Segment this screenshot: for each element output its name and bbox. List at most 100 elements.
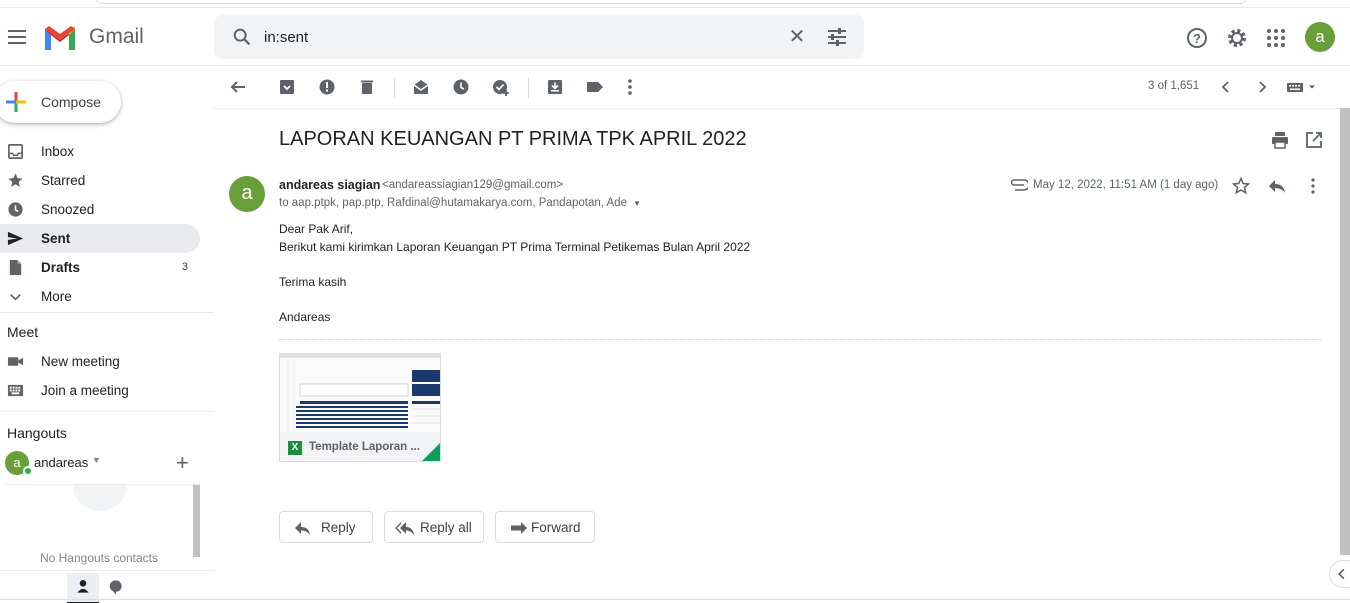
archive-icon[interactable] bbox=[277, 77, 297, 97]
search-bar: ✕ bbox=[214, 15, 864, 59]
sidebar-item-more[interactable]: More bbox=[0, 282, 200, 311]
clock-icon bbox=[8, 202, 23, 217]
excel-icon: X bbox=[288, 441, 302, 455]
sidebar-item-inbox[interactable]: Inbox bbox=[0, 137, 200, 166]
close-icon[interactable]: ✕ bbox=[785, 25, 809, 49]
recipients-text: to aap.ptpk, pap.ptp, Rafdinal@hutamakar… bbox=[279, 197, 627, 209]
caret-down-icon[interactable]: ▼ bbox=[633, 199, 641, 208]
sidebar-item-label: Starred bbox=[41, 173, 86, 188]
hangouts-contacts: No Hangouts contacts bbox=[5, 484, 200, 572]
bottom-border bbox=[0, 599, 1350, 600]
account-avatar[interactable]: a bbox=[1305, 22, 1335, 52]
reply-all-button[interactable]: Reply all bbox=[384, 511, 484, 543]
meet-list: New meeting Join a meeting bbox=[0, 347, 214, 405]
snooze-icon[interactable] bbox=[451, 77, 471, 97]
email-subject: LAPORAN KEUANGAN PT PRIMA TPK APRIL 2022 bbox=[279, 128, 747, 150]
side-panel-toggle[interactable] bbox=[1329, 560, 1350, 588]
message-toolbar: 3 of 1,651 bbox=[214, 66, 1350, 109]
toolbar-divider bbox=[528, 78, 529, 98]
browser-bar bbox=[96, 0, 1246, 4]
help-icon[interactable]: ? bbox=[1185, 26, 1209, 50]
toolbar-divider bbox=[394, 78, 395, 98]
settings-icon[interactable] bbox=[1225, 26, 1249, 50]
add-contact-icon[interactable]: + bbox=[176, 452, 189, 474]
sidebar-item-label: Sent bbox=[41, 231, 71, 246]
sidebar-divider bbox=[0, 312, 214, 313]
hangouts-user-name: andareas bbox=[34, 455, 89, 470]
attachment-card[interactable]: X Template Laporan ... bbox=[279, 353, 441, 462]
hangouts-user[interactable]: a andareas ▼ bbox=[5, 451, 205, 477]
hangouts-empty-text: No Hangouts contacts bbox=[39, 551, 159, 565]
recipients-line[interactable]: to aap.ptpk, pap.ptp, Rafdinal@hutamakar… bbox=[279, 197, 641, 209]
sidebar-item-label: More bbox=[41, 289, 72, 304]
forward-label: Forward bbox=[531, 520, 581, 535]
sidebar-item-snoozed[interactable]: Snoozed bbox=[0, 195, 200, 224]
hangouts-scrollbar[interactable] bbox=[193, 485, 200, 557]
hangouts-quote-icon bbox=[73, 485, 127, 511]
meet-title: Meet bbox=[7, 324, 39, 340]
search-icon[interactable] bbox=[231, 26, 253, 48]
apps-icon[interactable] bbox=[1264, 26, 1288, 50]
sidebar-item-drafts[interactable]: Drafts 3 bbox=[0, 253, 200, 282]
sidebar-item-starred[interactable]: Starred bbox=[0, 166, 200, 195]
tune-icon[interactable] bbox=[825, 25, 849, 49]
star-icon[interactable] bbox=[1231, 176, 1251, 196]
more-vert-icon[interactable] bbox=[620, 77, 640, 97]
reply-icon bbox=[295, 522, 310, 535]
move-to-icon[interactable] bbox=[545, 77, 565, 97]
browser-top-frame bbox=[0, 0, 1350, 8]
attachment-footer: X Template Laporan ... bbox=[280, 432, 440, 461]
meet-join-meeting[interactable]: Join a meeting bbox=[0, 376, 200, 405]
send-icon bbox=[7, 231, 24, 246]
reply-icon[interactable] bbox=[1267, 176, 1287, 196]
back-arrow-icon[interactable] bbox=[228, 77, 248, 97]
body-greeting: Dear Pak Arif, bbox=[279, 222, 354, 236]
label-icon[interactable] bbox=[585, 77, 605, 97]
reply-label: Reply bbox=[321, 520, 356, 535]
chevron-left-icon[interactable] bbox=[1216, 77, 1236, 97]
keyboard-icon bbox=[7, 384, 24, 397]
body-closing: Terima kasih bbox=[279, 275, 347, 289]
open-new-window-icon[interactable] bbox=[1304, 130, 1324, 150]
star-icon bbox=[8, 173, 23, 187]
attachment-icon bbox=[1010, 179, 1028, 191]
compose-button[interactable]: Compose bbox=[0, 81, 121, 123]
report-spam-icon[interactable] bbox=[317, 77, 337, 97]
main-scrollbar[interactable] bbox=[1340, 108, 1350, 555]
search-input[interactable] bbox=[264, 26, 764, 48]
body-signature: Andareas bbox=[279, 310, 331, 324]
gmail-logo[interactable] bbox=[43, 24, 77, 50]
chevron-down-icon bbox=[10, 294, 21, 301]
reply-button[interactable]: Reply bbox=[279, 511, 373, 543]
forward-button[interactable]: Forward bbox=[495, 511, 595, 543]
sidebar-divider bbox=[0, 411, 214, 412]
draft-icon bbox=[9, 259, 22, 276]
print-icon[interactable] bbox=[1270, 130, 1290, 150]
chevron-left-icon bbox=[1338, 568, 1345, 580]
sidebar-item-sent[interactable]: Sent bbox=[0, 224, 200, 253]
sender-name[interactable]: andareas siagian bbox=[279, 178, 380, 192]
nav-list: Inbox Starred Snoozed Sent Drafts 3 More bbox=[0, 137, 214, 311]
sender-avatar[interactable]: a bbox=[229, 176, 265, 212]
add-task-icon[interactable] bbox=[491, 77, 511, 97]
reply-all-icon bbox=[395, 522, 414, 535]
sidebar-item-label: Snoozed bbox=[41, 202, 95, 217]
attachment-divider bbox=[279, 339, 1321, 340]
caret-down-icon: ▼ bbox=[92, 455, 101, 465]
attachment-filename: Template Laporan ... bbox=[309, 441, 420, 453]
chevron-right-icon[interactable] bbox=[1252, 77, 1272, 97]
online-status-dot bbox=[23, 466, 33, 476]
meet-new-meeting[interactable]: New meeting bbox=[0, 347, 200, 376]
app-name: Gmail bbox=[89, 25, 144, 48]
sidebar-item-label: Inbox bbox=[41, 144, 75, 159]
pagination-count: 3 of 1,651 bbox=[1148, 80, 1200, 92]
mark-unread-icon[interactable] bbox=[411, 77, 431, 97]
file-fold-corner bbox=[422, 443, 440, 461]
delete-icon[interactable] bbox=[357, 77, 377, 97]
more-vert-icon[interactable] bbox=[1303, 176, 1323, 196]
svg-text:?: ? bbox=[1193, 31, 1201, 46]
input-tools-icon[interactable] bbox=[1285, 77, 1319, 97]
main-menu-button[interactable] bbox=[6, 26, 28, 48]
drafts-count: 3 bbox=[181, 261, 188, 273]
body-text: Berikut kami kirimkan Laporan Keuangan P… bbox=[279, 240, 751, 254]
